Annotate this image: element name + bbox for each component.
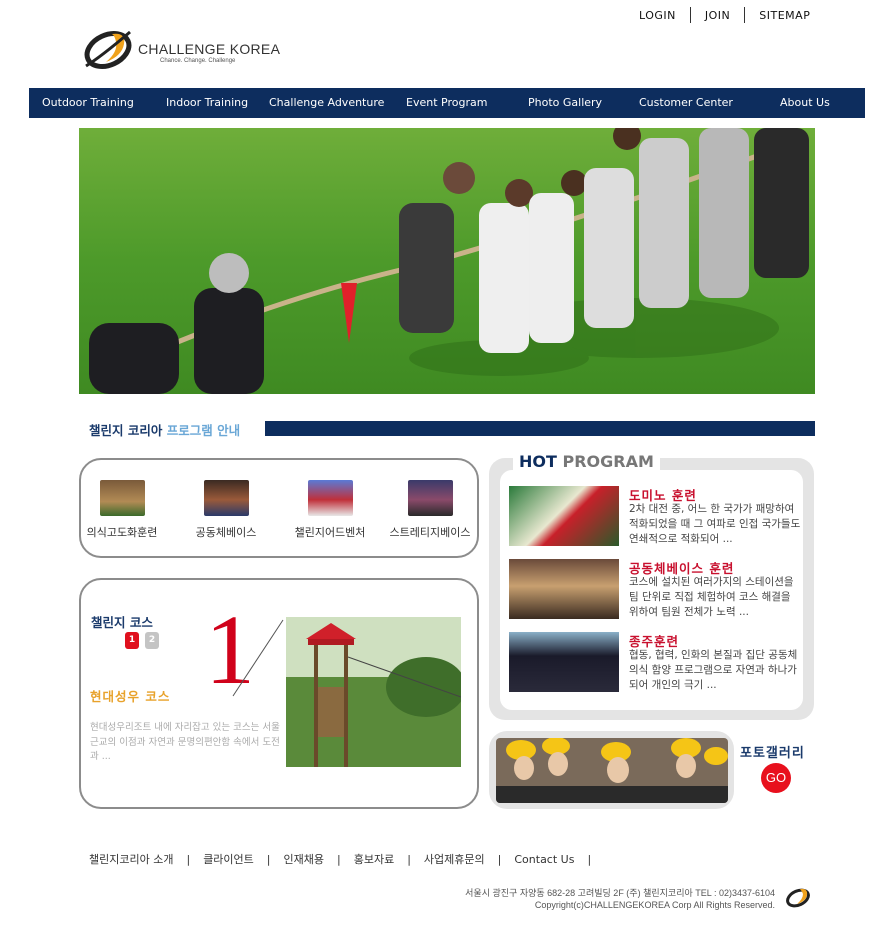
program-intro-title: 챌린지 코리아 프로그램 안내 [89, 420, 240, 439]
footer-address: 서울시 광진구 자양동 682-28 고려빌딩 2F (주) 챌린지코리아 TE… [465, 888, 775, 898]
category-label: 의식고도화훈련 [86, 526, 158, 539]
course-heading: 챌린지 코스 [91, 615, 153, 630]
nav-event-program[interactable]: Event Program [406, 96, 487, 109]
gallery-go-button[interactable]: GO [761, 763, 791, 793]
photo-gallery-label[interactable]: 포토갤러리 [740, 742, 805, 761]
section-divider-bar [265, 421, 815, 436]
program-intro-title-main: 챌린지 코리아 [89, 423, 163, 438]
category-thumbnail [99, 480, 145, 516]
category-label: 챌린지어드벤처 [294, 526, 366, 539]
course-name: 현대성우 코스 [90, 689, 171, 704]
category-label: 공동체베이스 [195, 526, 257, 539]
course-description: 현대성우리조트 내에 자리잡고 있는 코스는 서울 근교의 이점과 자연과 문명… [90, 722, 280, 762]
footer-link-contact[interactable]: Contact Us [514, 853, 574, 866]
footer-link-clients[interactable]: 클라이언트 [203, 851, 254, 867]
category-thumbnail [203, 480, 249, 516]
course-page-2-button[interactable]: 2 [145, 632, 159, 649]
footer-link-press[interactable]: 홍보자료 [354, 851, 394, 867]
category-item[interactable]: 챌린지어드벤처 [290, 480, 370, 540]
category-item[interactable]: 의식고도화훈련 [82, 480, 162, 540]
footer-copyright: Copyright(c)CHALLENGEKOREA Corp All Righ… [534, 900, 775, 910]
join-link[interactable]: JOIN [691, 9, 744, 22]
course-page-1-button[interactable]: 1 [125, 632, 139, 649]
hot-program-thumbnail[interactable] [509, 632, 619, 692]
hot-program-description: 코스에 설치된 여러가지의 스테이션을 팀 단위로 직접 체험하여 코스 해결을… [629, 576, 794, 618]
hot-program-title-hot: HOT [519, 452, 557, 471]
slash-decoration [232, 619, 284, 697]
nav-challenge-adventure[interactable]: Challenge Adventure [269, 96, 384, 109]
main-nav: Outdoor Training Indoor Training Challen… [29, 88, 865, 118]
logo-swoosh-icon [84, 30, 132, 69]
hot-program-thumbnail[interactable] [509, 559, 619, 619]
footer-link-careers[interactable]: 인재채용 [284, 851, 324, 867]
footer-link-partnership[interactable]: 사업제휴문의 [424, 851, 485, 867]
category-thumbnail [407, 480, 453, 516]
course-image[interactable] [286, 617, 461, 767]
category-label: 스트레티지베이스 [389, 526, 471, 539]
category-thumbnail [307, 480, 353, 516]
footer-links: 챌린지코리아 소개 | 클라이언트 | 인재채용 | 홍보자료 | 사업제휴문의 | Co… [89, 851, 592, 867]
login-link[interactable]: LOGIN [625, 9, 690, 22]
category-item[interactable]: 공동체베이스 [186, 480, 266, 540]
sitemap-link[interactable]: SITEMAP [745, 9, 824, 22]
hot-program-description: 협동, 협력, 인화의 본질과 집단 공동체 의식 함양 프로그램으로 자연과 … [629, 649, 798, 691]
program-intro-title-sub: 프로그램 안내 [166, 423, 241, 438]
footer-link-about[interactable]: 챌린지코리아 소개 [89, 851, 173, 867]
category-item[interactable]: 스트레티지베이스 [380, 480, 480, 540]
hot-program-title: HOT PROGRAM [513, 452, 660, 471]
footer-address-block: 서울시 광진구 자양동 682-28 고려빌딩 2F (주) 챌린지코리아 TE… [465, 887, 775, 911]
top-links: LOGIN JOIN SITEMAP [625, 6, 824, 24]
hero-image [79, 128, 815, 394]
footer-logo-icon [786, 888, 810, 908]
hot-program-description: 2차 대전 중, 어느 한 국가가 패망하여 적화되었을 때 그 여파로 인접 … [629, 503, 801, 545]
nav-outdoor-training[interactable]: Outdoor Training [42, 96, 134, 109]
logo[interactable]: CHALLENGE KOREA Chance. Change. Challeng… [82, 26, 282, 76]
nav-about-us[interactable]: About Us [780, 96, 830, 109]
nav-indoor-training[interactable]: Indoor Training [166, 96, 248, 109]
hot-program-title-program: PROGRAM [562, 452, 654, 471]
hot-program-thumbnail[interactable] [509, 486, 619, 546]
photo-gallery-image[interactable] [496, 738, 728, 803]
brand-name: CHALLENGE KOREA [138, 41, 281, 57]
brand-tagline: Chance. Change. Challenge [160, 58, 236, 64]
nav-customer-center[interactable]: Customer Center [639, 96, 733, 109]
nav-photo-gallery[interactable]: Photo Gallery [528, 96, 602, 109]
